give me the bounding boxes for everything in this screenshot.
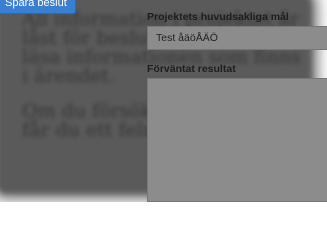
save-decision-button[interactable]: Spara beslut (0, 0, 76, 14)
goal-label: Projektets huvudsakliga mål (147, 11, 289, 23)
expected-result-textarea[interactable] (147, 78, 327, 202)
page: All information i projektet är låst för … (0, 0, 327, 202)
goal-input[interactable] (147, 26, 327, 50)
project-form: Projektets huvudsakliga mål Förväntat re… (138, 0, 327, 202)
expected-result-label: Förväntat resultat (147, 63, 236, 75)
